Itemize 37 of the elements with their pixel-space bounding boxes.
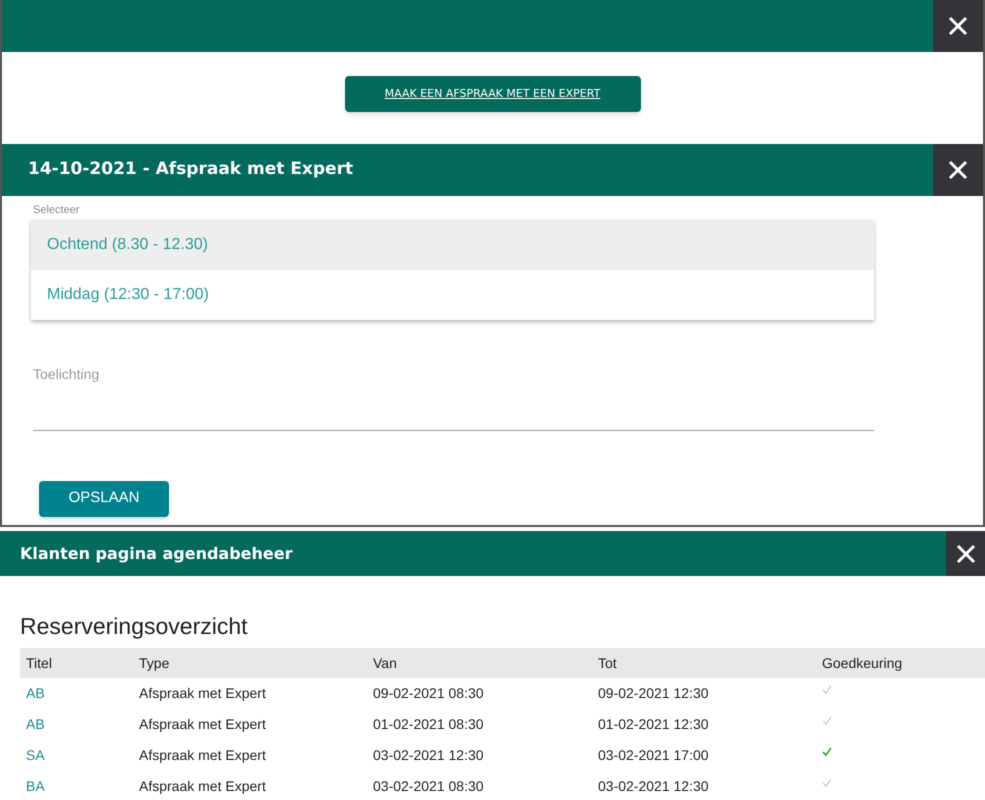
option-item[interactable]: Middag (12:30 - 17:00) — [31, 270, 874, 320]
column-header: Tot — [597, 654, 618, 672]
column-header: Van — [372, 654, 398, 672]
table-cell-text: Afspraak met Expert — [138, 777, 267, 796]
table-cell-text: 03-02-2021 08:30 — [372, 777, 485, 796]
close-button[interactable] — [946, 531, 985, 576]
select-label: Selecteer — [33, 203, 80, 218]
table-cell-text: Afspraak met Expert — [138, 746, 267, 765]
panel-title: Klanten pagina agendabeheer — [19, 542, 293, 564]
save-button[interactable]: OPSLAAN — [39, 480, 169, 516]
comment-field[interactable]: Toelichting — [33, 362, 874, 430]
table-cell-text: 03-02-2021 12:30 — [372, 746, 485, 765]
table-cell-text: Afspraak met Expert — [138, 715, 267, 734]
section-heading: Reserveringsoverzicht — [20, 612, 249, 640]
table-cell-text: 09-02-2021 08:30 — [372, 684, 485, 703]
table-cell-text: Afspraak met Expert — [138, 684, 267, 703]
column-header: Titel — [25, 654, 53, 672]
table-cell-text: 01-02-2021 08:30 — [372, 715, 485, 734]
column-header: Type — [138, 654, 170, 673]
comment-label: Toelichting — [33, 366, 100, 382]
title-link[interactable]: AB — [20, 683, 133, 704]
close-icon — [948, 160, 968, 180]
option-item[interactable]: Ochtend (8.30 - 12.30) — [31, 220, 874, 270]
appointment-button[interactable]: MAAK EEN AFSPRAAK MET EEN EXPERT — [344, 76, 640, 112]
table-cell-text: 03-02-2021 17:00 — [597, 746, 710, 765]
title-link[interactable]: AB — [20, 714, 133, 735]
close-icon — [948, 16, 968, 36]
title-link[interactable]: BA — [20, 776, 133, 797]
close-button[interactable] — [933, 144, 983, 196]
table-cell-text: 03-02-2021 12:30 — [597, 777, 710, 796]
close-button[interactable] — [933, 0, 983, 52]
table-cell-text: 09-02-2021 12:30 — [597, 684, 710, 703]
title-link[interactable]: SA — [20, 745, 133, 766]
close-icon — [956, 544, 976, 564]
column-header: Goedkeuring — [821, 654, 904, 673]
table-cell-text: 01-02-2021 12:30 — [597, 715, 710, 734]
dialog-title: 14-10-2021 - Afspraak met Expert — [27, 158, 354, 182]
